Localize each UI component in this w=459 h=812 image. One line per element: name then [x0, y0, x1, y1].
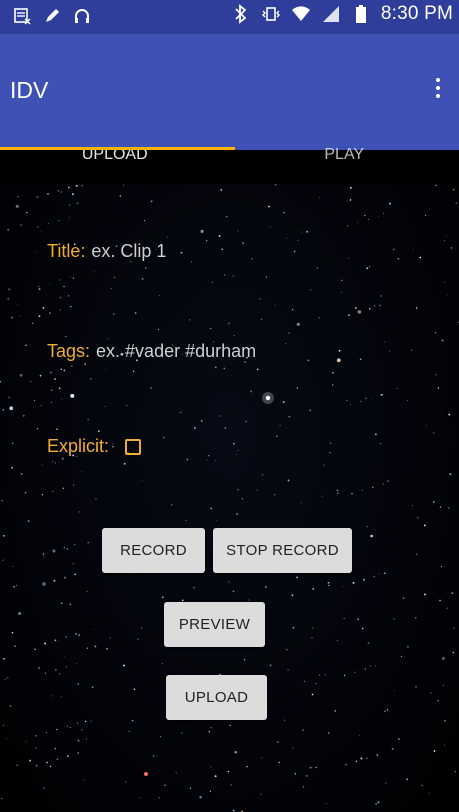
tags-row: Tags: [47, 341, 397, 362]
pencil-icon [42, 6, 62, 26]
status-left-icons [12, 6, 92, 26]
tab-upload[interactable]: UPLOAD [0, 134, 230, 184]
app-screen: 8:30 PM IDV UPLOAD PLAY Title: Tags: Exp… [0, 0, 459, 812]
wifi-icon [291, 4, 311, 24]
app-bar: IDV UPLOAD PLAY [0, 34, 459, 163]
status-right-icons: 8:30 PM [231, 3, 453, 25]
tab-indicator [0, 147, 235, 150]
signal-icon [321, 4, 341, 24]
notification-icon [12, 6, 32, 26]
explicit-label: Explicit: [47, 436, 110, 456]
explicit-row: Explicit: [47, 436, 142, 457]
stop-record-button[interactable]: STOP RECORD [213, 528, 352, 573]
explicit-checkbox[interactable] [125, 438, 142, 455]
more-vert-icon[interactable] [431, 76, 445, 104]
upload-form-panel: Title: Tags: Explicit: RECORD STOP RECOR… [0, 184, 459, 812]
tags-label: Tags: [47, 341, 91, 361]
tags-input[interactable] [96, 341, 397, 362]
title-input[interactable] [91, 241, 392, 262]
title-label: Title: [47, 241, 86, 261]
tab-play[interactable]: PLAY [230, 134, 459, 184]
tab-bar: UPLOAD PLAY [0, 134, 459, 184]
app-title: IDV [10, 77, 49, 103]
bluetooth-icon [231, 4, 251, 24]
vibrate-icon [261, 4, 281, 24]
upload-button[interactable]: UPLOAD [166, 675, 267, 720]
status-time: 8:30 PM [380, 3, 453, 24]
headphones-icon [72, 6, 92, 26]
preview-button[interactable]: PREVIEW [164, 602, 265, 647]
battery-icon [351, 4, 371, 24]
title-row: Title: [47, 241, 392, 262]
record-button[interactable]: RECORD [102, 528, 205, 573]
status-bar: 8:30 PM [0, 0, 459, 34]
